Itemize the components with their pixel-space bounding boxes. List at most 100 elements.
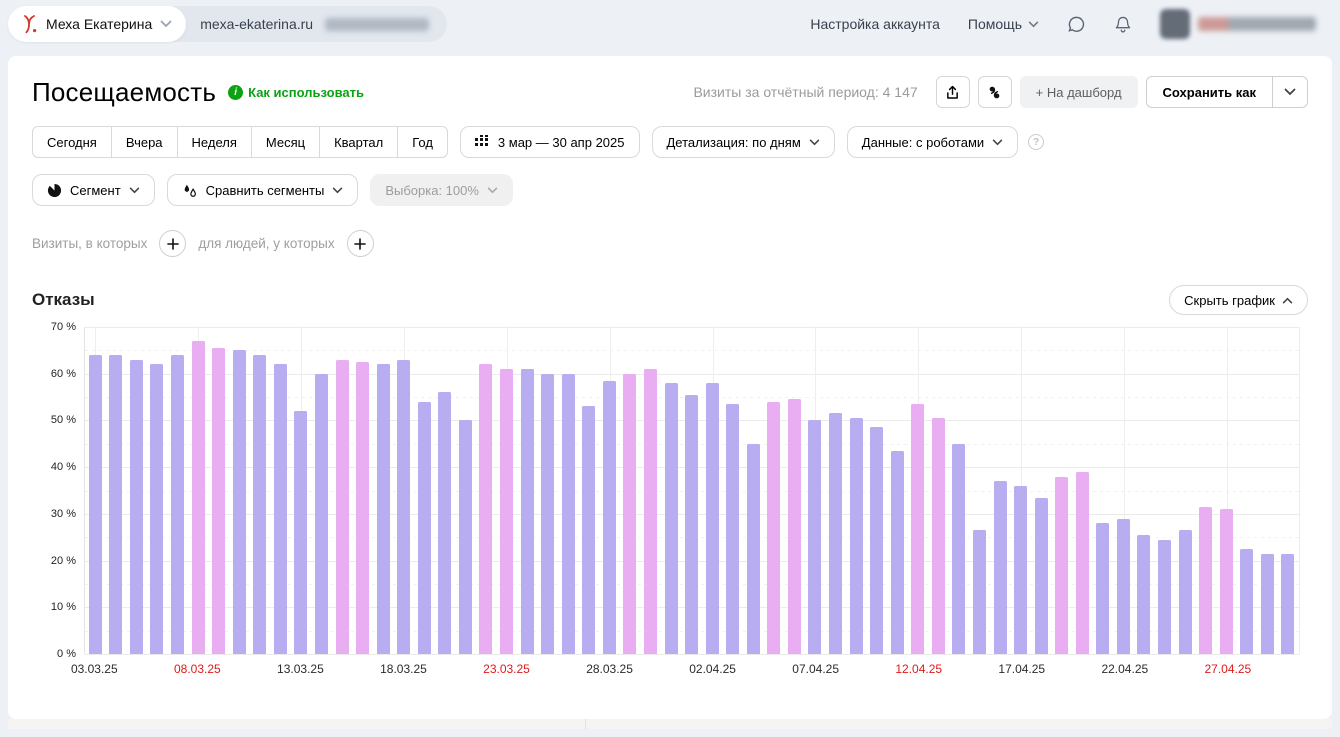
bar-27.03.25[interactable] (582, 406, 595, 654)
bar-16.04.25[interactable] (994, 481, 1007, 654)
bar-03.04.25[interactable] (726, 404, 739, 654)
save-as-caret-button[interactable] (1272, 76, 1308, 108)
user-account[interactable] (1160, 9, 1316, 39)
bar-12.04.25[interactable] (911, 404, 924, 654)
notes-button[interactable] (978, 76, 1012, 108)
bar-09.04.25[interactable] (850, 418, 863, 654)
account-settings-link[interactable]: Настройка аккаунта (810, 16, 940, 32)
bar-10.03.25[interactable] (233, 350, 246, 654)
bar-04.03.25[interactable] (109, 355, 122, 654)
bar-31.03.25[interactable] (665, 383, 678, 654)
bar-28.03.25[interactable] (603, 381, 616, 654)
bar-01.04.25[interactable] (685, 395, 698, 654)
bar-07.03.25[interactable] (171, 355, 184, 654)
bar-05.03.25[interactable] (130, 360, 143, 654)
bar-19.03.25[interactable] (418, 402, 431, 654)
bar-22.04.25[interactable] (1117, 519, 1130, 654)
bar-15.03.25[interactable] (336, 360, 349, 654)
gridline (85, 654, 1299, 655)
bar-23.03.25[interactable] (500, 369, 513, 654)
column-divider (585, 719, 586, 729)
detalization-select[interactable]: Детализация: по дням (652, 126, 835, 158)
add-visit-filter-button[interactable] (159, 230, 186, 257)
bar-29.04.25[interactable] (1261, 554, 1274, 654)
export-button[interactable] (936, 76, 970, 108)
feedback-chat-icon[interactable] (1067, 15, 1086, 34)
bar-14.04.25[interactable] (952, 444, 965, 654)
sampling-select[interactable]: Выборка: 100% (370, 174, 513, 206)
notifications-bell-icon[interactable] (1114, 15, 1132, 34)
bar-21.03.25[interactable] (459, 420, 472, 654)
bar-22.03.25[interactable] (479, 364, 492, 654)
bar-14.03.25[interactable] (315, 374, 328, 654)
period-tab-0[interactable]: Сегодня (32, 126, 112, 158)
bar-05.04.25[interactable] (767, 402, 780, 654)
save-as-button[interactable]: Сохранить как (1146, 76, 1272, 108)
bar-28.04.25[interactable] (1240, 549, 1253, 654)
date-range-button[interactable]: 3 мар — 30 апр 2025 (460, 126, 640, 158)
period-tab-3[interactable]: Месяц (251, 126, 320, 158)
date-range-label: 3 мар — 30 апр 2025 (498, 135, 625, 150)
bar-30.03.25[interactable] (644, 369, 657, 654)
bar-16.03.25[interactable] (356, 362, 369, 654)
chevron-down-icon (992, 139, 1003, 146)
bar-11.04.25[interactable] (891, 451, 904, 654)
bar-13.03.25[interactable] (294, 411, 307, 654)
top-navigation: Настройка аккаунта Помощь (810, 9, 1316, 39)
bar-25.04.25[interactable] (1179, 530, 1192, 654)
bar-06.04.25[interactable] (788, 399, 801, 654)
bar-24.03.25[interactable] (521, 369, 534, 654)
segment-button[interactable]: Сегмент (32, 174, 155, 206)
period-tab-1[interactable]: Вчера (111, 126, 178, 158)
bar-02.04.25[interactable] (706, 383, 719, 654)
bar-26.04.25[interactable] (1199, 507, 1212, 654)
bar-12.03.25[interactable] (274, 364, 287, 654)
bar-19.04.25[interactable] (1055, 477, 1068, 655)
bar-30.04.25[interactable] (1281, 554, 1294, 654)
data-mode-select[interactable]: Данные: с роботами (847, 126, 1018, 158)
bar-15.04.25[interactable] (973, 530, 986, 654)
help-menu[interactable]: Помощь (968, 16, 1039, 32)
bar-17.03.25[interactable] (377, 364, 390, 654)
bar-08.04.25[interactable] (829, 413, 842, 654)
bar-08.03.25[interactable] (192, 341, 205, 654)
bar-20.03.25[interactable] (438, 392, 451, 654)
chevron-down-icon (129, 187, 140, 194)
compare-segments-button[interactable]: Сравнить сегменты (167, 174, 359, 206)
y-axis-label: 70 % (32, 321, 76, 333)
bar-03.03.25[interactable] (89, 355, 102, 654)
bar-23.04.25[interactable] (1137, 535, 1150, 654)
period-tab-5[interactable]: Год (397, 126, 448, 158)
bar-20.04.25[interactable] (1076, 472, 1089, 654)
bar-17.04.25[interactable] (1014, 486, 1027, 654)
chevron-down-icon (1028, 21, 1039, 28)
bar-21.04.25[interactable] (1096, 523, 1109, 654)
bar-18.03.25[interactable] (397, 360, 410, 654)
bar-10.04.25[interactable] (870, 427, 883, 654)
bar-09.03.25[interactable] (212, 348, 225, 654)
period-tab-2[interactable]: Неделя (177, 126, 252, 158)
period-tab-4[interactable]: Квартал (319, 126, 398, 158)
counter-domain-segment: mexa-ekaterina.ru (186, 16, 447, 32)
bar-07.04.25[interactable] (808, 420, 821, 654)
counter-switcher[interactable]: Меха Екатерина (8, 6, 186, 42)
bar-27.04.25[interactable] (1220, 509, 1233, 654)
bar-29.03.25[interactable] (623, 374, 636, 654)
hide-chart-button[interactable]: Скрыть график (1169, 285, 1308, 315)
bar-04.04.25[interactable] (747, 444, 760, 654)
bar-24.04.25[interactable] (1158, 540, 1171, 654)
bar-13.04.25[interactable] (932, 418, 945, 654)
x-axis-label: 27.04.25 (1205, 662, 1252, 676)
redacted-counter-id (325, 18, 429, 31)
bar-06.03.25[interactable] (150, 364, 163, 654)
bar-18.04.25[interactable] (1035, 498, 1048, 654)
how-to-use-link[interactable]: i Как использовать (228, 85, 364, 100)
add-people-filter-button[interactable] (347, 230, 374, 257)
help-icon[interactable]: ? (1028, 134, 1044, 150)
bar-25.03.25[interactable] (541, 374, 554, 654)
bar-11.03.25[interactable] (253, 355, 266, 654)
chevron-up-icon (1282, 297, 1293, 304)
bar-26.03.25[interactable] (562, 374, 575, 654)
add-to-dashboard-button[interactable]: + На дашборд (1020, 76, 1138, 108)
next-section-strip (8, 719, 1332, 729)
